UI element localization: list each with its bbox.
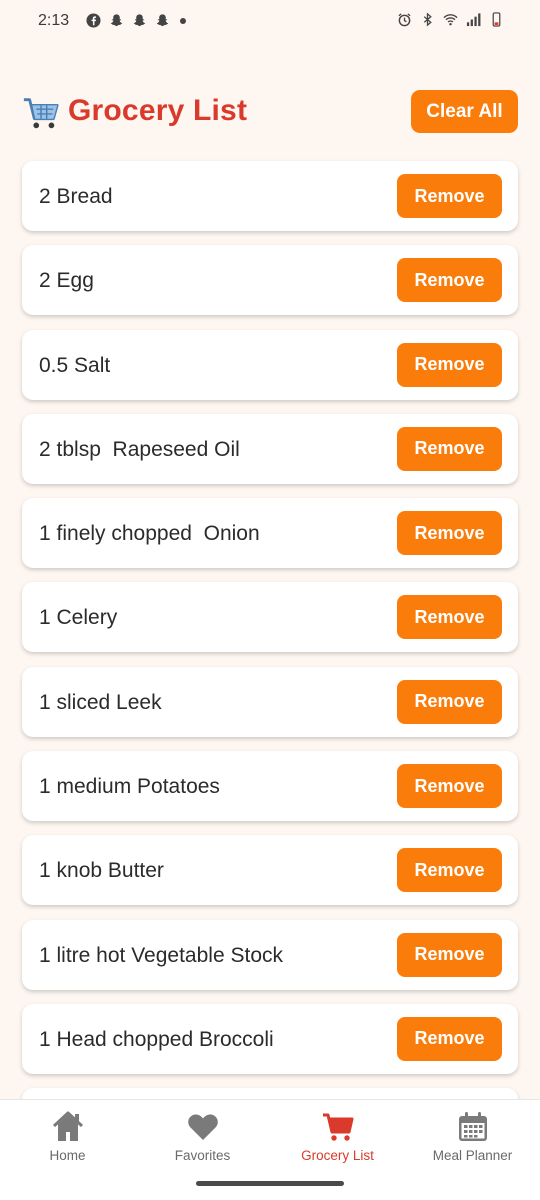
nav-meal-planner-label: Meal Planner xyxy=(432,1148,513,1163)
battery-low-icon xyxy=(492,12,501,27)
grocery-item: 1 Head chopped Broccoli Remove xyxy=(22,1003,518,1074)
grocery-item: 2 tblsp Rapeseed Oil Remove xyxy=(22,413,518,484)
nav-grocery-list[interactable]: Grocery List xyxy=(270,1110,405,1163)
grocery-item-label: 1 knob Butter xyxy=(39,859,164,883)
shopping-cart-icon xyxy=(322,1113,353,1141)
grocery-item-label: 1 sliced Leek xyxy=(39,690,162,714)
calendar-icon xyxy=(458,1112,487,1141)
grocery-list: 2 Bread Remove 2 Egg Remove 0.5 Salt Rem… xyxy=(22,161,518,1173)
notification-dot-icon xyxy=(180,17,186,24)
grocery-item-label: 1 finely chopped Onion xyxy=(39,522,260,546)
clear-all-button[interactable]: Clear All xyxy=(411,90,518,133)
grocery-item: 2 Bread Remove xyxy=(22,161,518,231)
grocery-item-label: 1 Head chopped Broccoli xyxy=(39,1027,274,1051)
grocery-item-label: 0.5 Salt xyxy=(39,353,111,377)
remove-button[interactable]: Remove xyxy=(397,342,502,387)
grocery-item-label: 1 medium Potatoes xyxy=(39,775,220,799)
remove-button[interactable]: Remove xyxy=(397,595,502,640)
nav-favorites-label: Favorites xyxy=(174,1148,231,1163)
wifi-icon xyxy=(443,14,458,26)
heart-icon xyxy=(187,1114,218,1140)
grocery-item: 1 litre hot Vegetable Stock Remove xyxy=(22,919,518,990)
facebook-icon xyxy=(86,13,101,28)
signal-icon xyxy=(466,13,481,27)
remove-button[interactable]: Remove xyxy=(397,764,502,809)
grocery-item: 1 sliced Leek Remove xyxy=(22,666,518,737)
remove-button[interactable]: Remove xyxy=(397,679,502,724)
remove-button[interactable]: Remove xyxy=(397,258,502,303)
remove-button[interactable]: Remove xyxy=(397,174,502,218)
shopping-cart-icon xyxy=(23,98,59,129)
page-header: Grocery List Clear All xyxy=(22,90,518,136)
remove-button[interactable]: Remove xyxy=(397,1016,502,1061)
grocery-item-label: 2 Bread xyxy=(39,185,113,208)
grocery-item: 0.5 Salt Remove xyxy=(22,329,518,400)
grocery-item-label: 2 tblsp Rapeseed Oil xyxy=(39,437,240,461)
nav-favorites[interactable]: Favorites xyxy=(135,1110,270,1163)
remove-button[interactable]: Remove xyxy=(397,426,502,471)
app-screen: 2:13 Grocery List Clear All 2 Bread Remo… xyxy=(0,0,540,1200)
grocery-item-label: 2 Egg xyxy=(39,269,94,293)
snapchat-icon xyxy=(133,14,146,27)
grocery-item-label: 1 Celery xyxy=(39,606,118,630)
grocery-item: 1 finely chopped Onion Remove xyxy=(22,498,518,569)
page-title: Grocery List xyxy=(68,94,248,127)
nav-meal-planner[interactable]: Meal Planner xyxy=(405,1110,540,1163)
nav-home[interactable]: Home xyxy=(0,1110,135,1163)
remove-button[interactable]: Remove xyxy=(397,848,502,893)
bluetooth-icon xyxy=(423,12,432,27)
nav-grocery-list-label: Grocery List xyxy=(301,1148,374,1163)
status-bar: 2:13 xyxy=(0,0,540,44)
grocery-item: 1 knob Butter Remove xyxy=(22,835,518,906)
alarm-icon xyxy=(398,13,411,27)
grocery-item: 1 Celery Remove xyxy=(22,582,518,653)
remove-button[interactable]: Remove xyxy=(397,511,502,556)
snapchat-icon xyxy=(156,14,169,27)
nav-home-label: Home xyxy=(49,1148,86,1163)
home-icon xyxy=(52,1111,83,1141)
remove-button[interactable]: Remove xyxy=(397,932,502,977)
status-time: 2:13 xyxy=(38,12,70,29)
home-indicator[interactable] xyxy=(196,1181,344,1186)
grocery-item: 2 Egg Remove xyxy=(22,245,518,316)
grocery-item: 1 medium Potatoes Remove xyxy=(22,751,518,822)
grocery-item-label: 1 litre hot Vegetable Stock xyxy=(39,943,283,967)
status-notification-icons xyxy=(86,13,186,28)
status-system-icons xyxy=(397,12,504,27)
snapchat-icon xyxy=(110,14,123,27)
